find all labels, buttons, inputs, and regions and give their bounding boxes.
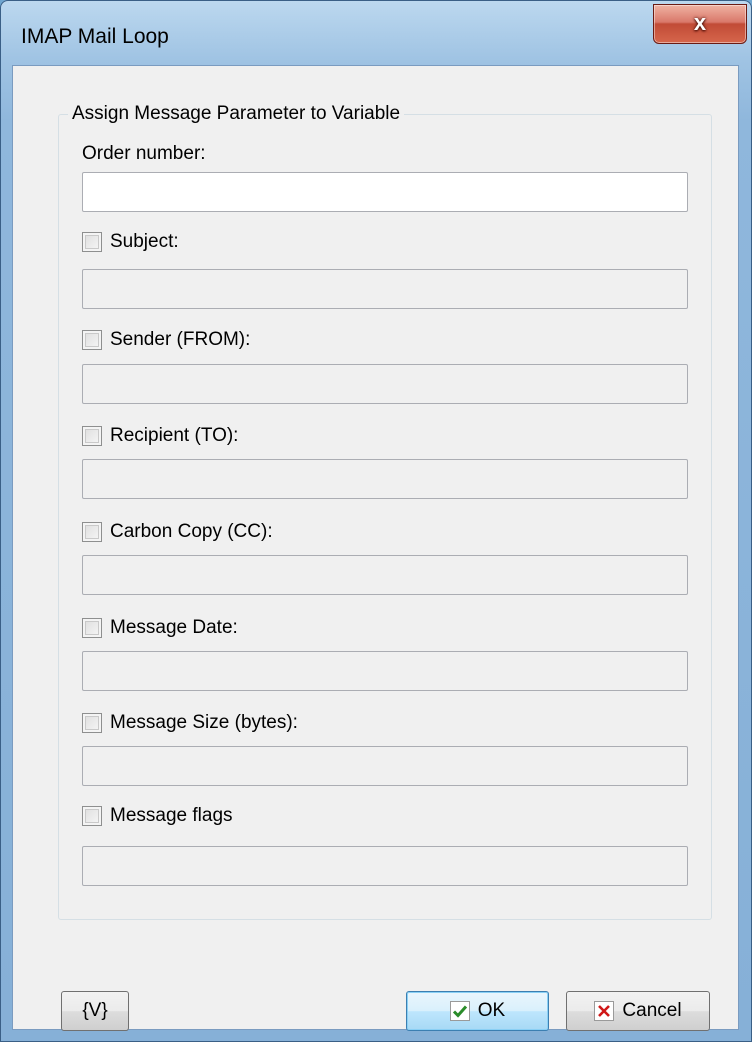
checkmark-icon (449, 1001, 470, 1021)
message-date-checkbox[interactable] (82, 618, 102, 638)
close-icon: x (693, 10, 707, 35)
message-date-input[interactable] (82, 651, 688, 691)
sender-label: Sender (FROM): (110, 329, 251, 350)
subject-checkbox-row[interactable]: Subject: (82, 230, 179, 254)
sender-input[interactable] (82, 364, 688, 404)
cancel-button[interactable]: Cancel (566, 991, 710, 1031)
subject-input[interactable] (82, 269, 688, 309)
cc-label: Carbon Copy (CC): (110, 521, 273, 542)
sender-checkbox-row[interactable]: Sender (FROM): (82, 328, 250, 352)
cancel-label: Cancel (622, 1000, 682, 1021)
message-flags-label: Message flags (110, 805, 233, 826)
recipient-label: Recipient (TO): (110, 425, 239, 446)
subject-checkbox[interactable] (82, 232, 102, 252)
order-number-input[interactable] (82, 172, 688, 212)
message-date-checkbox-row[interactable]: Message Date: (82, 616, 238, 640)
message-flags-checkbox-row[interactable]: Message flags (82, 804, 233, 828)
recipient-input[interactable] (82, 459, 688, 499)
ok-label: OK (477, 1000, 506, 1021)
sender-checkbox[interactable] (82, 330, 102, 350)
cc-input[interactable] (82, 555, 688, 595)
x-icon (594, 1001, 615, 1021)
message-size-label: Message Size (bytes): (110, 712, 298, 733)
variables-button[interactable]: {V} (61, 991, 129, 1031)
order-number-label: Order number: (82, 143, 206, 164)
recipient-checkbox[interactable] (82, 426, 102, 446)
group-box-label: Assign Message Parameter to Variable (68, 103, 405, 125)
recipient-checkbox-row[interactable]: Recipient (TO): (82, 424, 238, 448)
cc-checkbox-row[interactable]: Carbon Copy (CC): (82, 520, 273, 544)
cc-checkbox[interactable] (82, 522, 102, 542)
window-title: IMAP Mail Loop (21, 25, 169, 48)
message-date-label: Message Date: (110, 617, 238, 638)
message-flags-checkbox[interactable] (82, 806, 102, 826)
close-button[interactable]: x (653, 4, 747, 44)
ok-button[interactable]: OK (406, 991, 549, 1031)
message-size-input[interactable] (82, 746, 688, 786)
message-size-checkbox-row[interactable]: Message Size (bytes): (82, 711, 298, 735)
message-size-checkbox[interactable] (82, 713, 102, 733)
subject-label: Subject: (110, 231, 179, 252)
message-flags-input[interactable] (82, 846, 688, 886)
